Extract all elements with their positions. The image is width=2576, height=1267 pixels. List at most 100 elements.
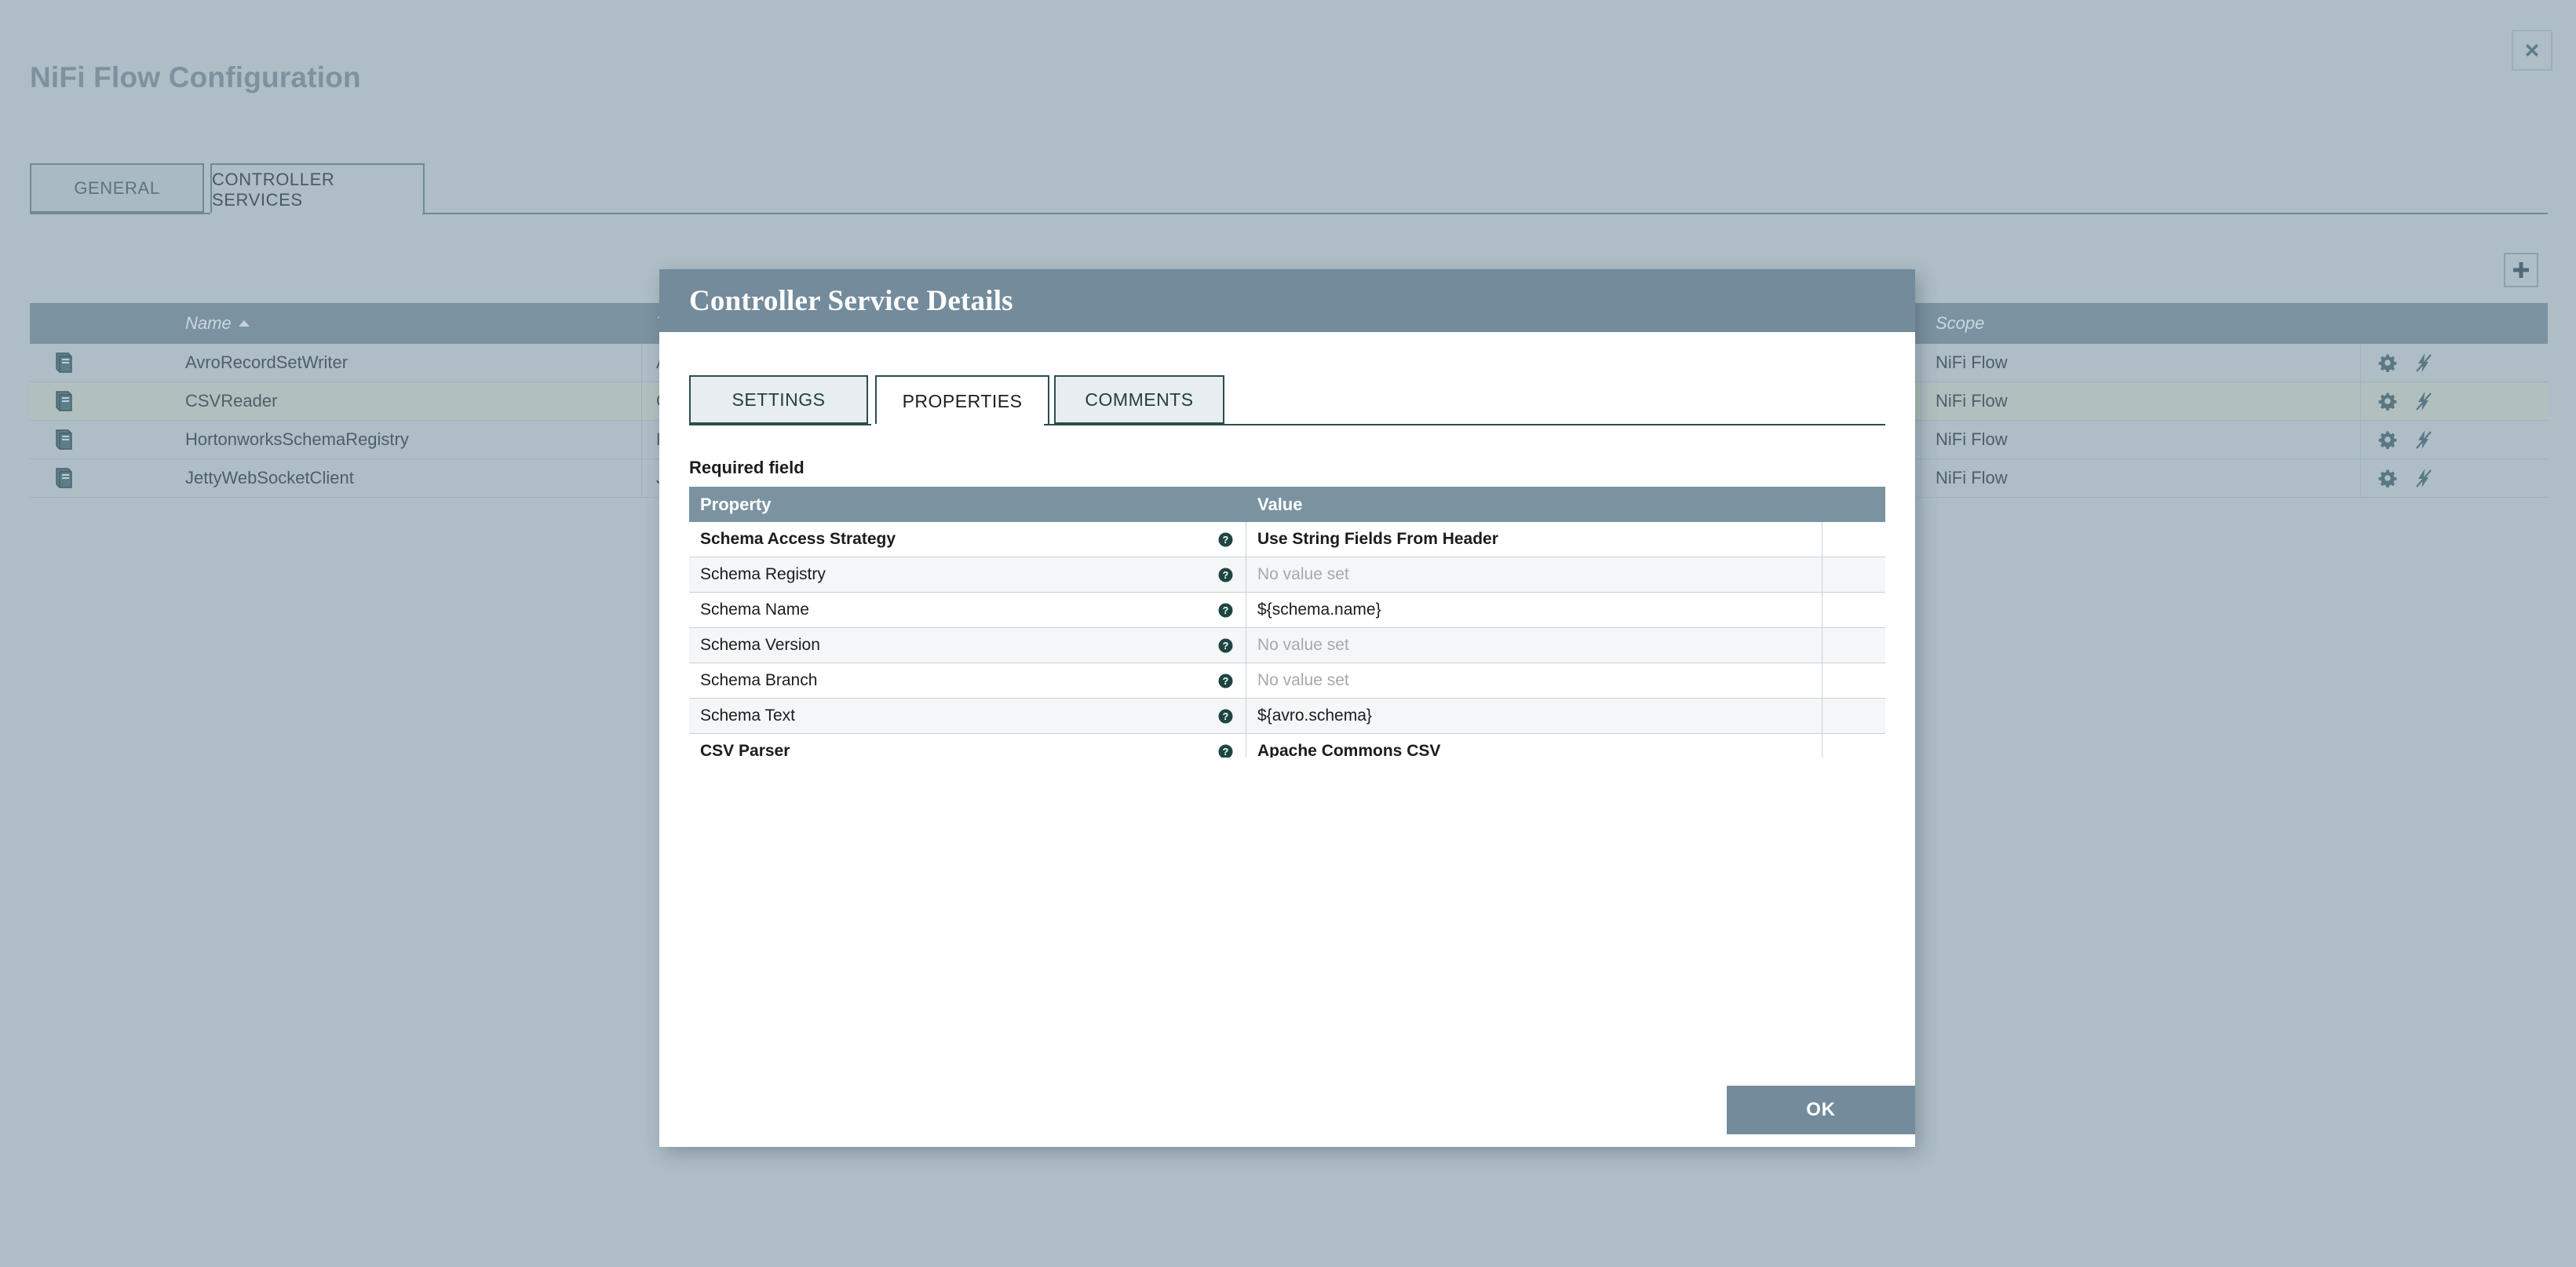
cell-scope: NiFi Flow — [1921, 382, 2361, 420]
column-header-scope[interactable]: Scope — [1921, 313, 2361, 334]
property-name-cell: Schema Registry ? — [689, 557, 1246, 592]
disabled-bolt-icon — [2414, 352, 2433, 373]
disabled-bolt-icon — [2414, 468, 2433, 488]
dialog-tab-underline-gap — [871, 424, 1044, 426]
property-row[interactable]: Schema Registry ? No value set — [689, 557, 1885, 593]
svg-text:?: ? — [1223, 570, 1229, 581]
help-circle-icon[interactable]: ? — [1218, 603, 1233, 618]
cell-name: CSVReader — [171, 382, 642, 420]
property-row[interactable]: CSV Parser ? Apache Commons CSV — [689, 734, 1885, 758]
property-name-cell: Schema Access Strategy ? — [689, 522, 1246, 557]
property-row-spacer — [1823, 734, 1885, 758]
property-row-spacer — [1823, 699, 1885, 733]
property-value-cell[interactable]: No value set — [1246, 628, 1823, 663]
tab-general[interactable]: GENERAL — [30, 163, 204, 213]
book-icon — [53, 429, 74, 451]
row-doc-icon-cell[interactable] — [30, 382, 171, 420]
property-value-cell[interactable]: Apache Commons CSV — [1246, 734, 1823, 758]
svg-text:?: ? — [1223, 676, 1229, 687]
book-icon — [53, 467, 74, 489]
row-doc-icon-cell[interactable] — [30, 459, 171, 497]
cell-scope: NiFi Flow — [1921, 421, 2361, 458]
row-doc-icon-cell[interactable] — [30, 344, 171, 382]
property-row[interactable]: Schema Text ? ${avro.schema} — [689, 699, 1885, 734]
dialog-title: Controller Service Details — [689, 284, 1013, 318]
property-name: Schema Text — [700, 707, 795, 725]
add-controller-service-button[interactable] — [2504, 253, 2538, 287]
property-name-cell: Schema Branch ? — [689, 663, 1246, 698]
page-tab-bar: GENERAL CONTROLLER SERVICES — [30, 163, 2548, 217]
help-circle-icon[interactable]: ? — [1218, 638, 1233, 653]
controller-service-details-dialog: Controller Service Details SETTINGS PROP… — [659, 269, 1915, 1147]
tab-comments[interactable]: COMMENTS — [1054, 375, 1224, 424]
property-row-spacer — [1823, 628, 1885, 663]
page-title: NiFi Flow Configuration — [30, 61, 361, 94]
tab-properties[interactable]: PROPERTIES — [875, 375, 1049, 425]
property-value-cell[interactable]: Use String Fields From Header — [1246, 522, 1823, 557]
help-circle-icon[interactable]: ? — [1218, 568, 1233, 582]
row-doc-icon-cell[interactable] — [30, 421, 171, 458]
column-header-property: Property — [689, 495, 1246, 515]
cell-actions — [2361, 459, 2548, 497]
close-icon[interactable] — [2512, 30, 2552, 71]
help-circle-icon[interactable]: ? — [1218, 674, 1233, 688]
help-circle-icon[interactable]: ? — [1218, 744, 1233, 758]
property-name-cell: CSV Parser ? — [689, 734, 1246, 758]
column-header-name-label: Name — [185, 313, 232, 334]
help-circle-icon[interactable]: ? — [1218, 709, 1233, 724]
property-row[interactable]: Schema Name ? ${schema.name} — [689, 593, 1885, 628]
tab-controller-services[interactable]: CONTROLLER SERVICES — [210, 163, 425, 214]
sort-ascending-icon — [239, 320, 250, 327]
dialog-tab-underline — [689, 424, 1885, 425]
property-name-cell: Schema Text ? — [689, 699, 1246, 733]
tab-settings[interactable]: SETTINGS — [689, 375, 868, 424]
property-value-cell[interactable]: ${avro.schema} — [1246, 699, 1823, 733]
gear-icon — [2378, 469, 2397, 487]
property-row[interactable]: Schema Access Strategy ? Use String Fiel… — [689, 522, 1885, 557]
property-row[interactable]: Schema Branch ? No value set — [689, 663, 1885, 699]
help-circle-icon[interactable]: ? — [1218, 532, 1233, 547]
property-name: Schema Branch — [700, 671, 817, 690]
gear-icon — [2378, 353, 2397, 372]
svg-text:?: ? — [1223, 747, 1229, 758]
cell-name: AvroRecordSetWriter — [171, 344, 642, 382]
svg-text:?: ? — [1223, 535, 1229, 546]
property-name: Schema Access Strategy — [700, 530, 896, 549]
dialog-header: Controller Service Details — [659, 269, 1915, 332]
property-name-cell: Schema Version ? — [689, 628, 1246, 663]
column-header-value: Value — [1246, 495, 1823, 515]
properties-header-row: Property Value — [689, 487, 1885, 522]
disabled-bolt-icon — [2414, 391, 2433, 411]
svg-text:?: ? — [1223, 711, 1229, 722]
cell-scope: NiFi Flow — [1921, 344, 2361, 382]
property-name: CSV Parser — [700, 742, 790, 758]
property-value-cell[interactable]: No value set — [1246, 663, 1823, 698]
svg-text:?: ? — [1223, 605, 1229, 616]
disabled-bolt-icon — [2414, 429, 2433, 450]
cell-name: HortonworksSchemaRegistry — [171, 421, 642, 458]
cell-scope: NiFi Flow — [1921, 459, 2361, 497]
cell-actions — [2361, 344, 2548, 382]
property-row[interactable]: Schema Version ? No value set — [689, 628, 1885, 663]
property-row-spacer — [1823, 557, 1885, 592]
required-field-legend: Required field — [689, 458, 805, 478]
property-value-cell[interactable]: No value set — [1246, 557, 1823, 592]
svg-text:?: ? — [1223, 641, 1229, 652]
property-row-spacer — [1823, 593, 1885, 627]
gear-icon — [2378, 392, 2397, 411]
book-icon — [53, 352, 74, 374]
tab-bar-underline-gap — [210, 213, 422, 215]
ok-button[interactable]: OK — [1727, 1086, 1915, 1134]
property-name: Schema Registry — [700, 565, 826, 584]
gear-icon — [2378, 430, 2397, 449]
property-name-cell: Schema Name ? — [689, 593, 1246, 627]
book-icon — [53, 390, 74, 412]
column-header-name[interactable]: Name — [171, 313, 642, 334]
property-value-cell[interactable]: ${schema.name} — [1246, 593, 1823, 627]
properties-table[interactable]: Property Value Schema Access Strategy ? … — [689, 487, 1885, 758]
property-row-spacer — [1823, 522, 1885, 557]
cell-actions — [2361, 382, 2548, 420]
cell-name: JettyWebSocketClient — [171, 459, 642, 497]
cell-actions — [2361, 421, 2548, 458]
dialog-tab-bar: SETTINGS PROPERTIES COMMENTS — [689, 375, 1885, 428]
